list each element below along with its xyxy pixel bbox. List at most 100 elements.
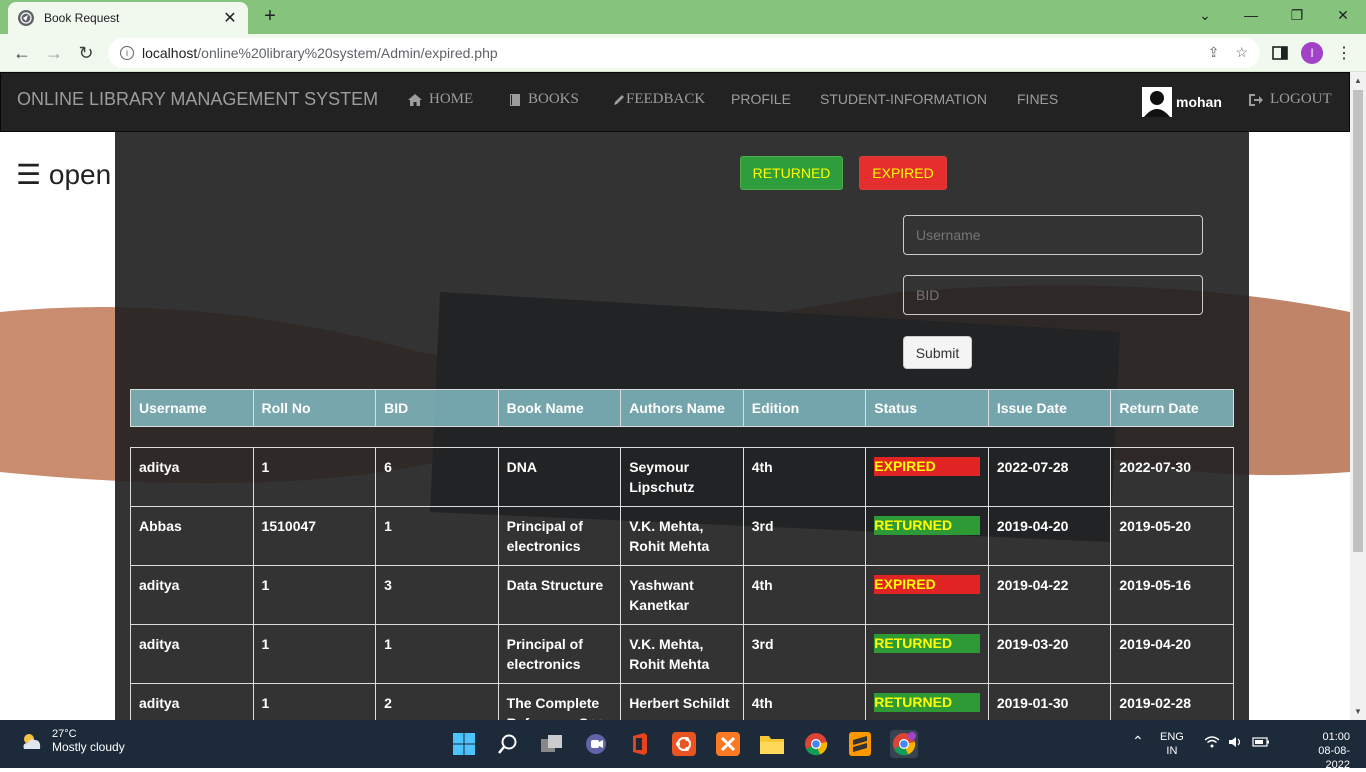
volume-icon[interactable] <box>1228 736 1244 752</box>
table-row: aditya 1 6 DNA Seymour Lipschutz 4th EXP… <box>130 447 1234 507</box>
nav-profile-label: PROFILE <box>731 91 791 107</box>
logout-icon <box>1249 93 1263 106</box>
reload-button[interactable]: ↻ <box>73 41 99 65</box>
scroll-down-icon[interactable]: ▼ <box>1354 707 1362 716</box>
page-scrollbar[interactable]: ▲ ▼ <box>1350 72 1366 720</box>
xampp-icon[interactable] <box>714 730 742 758</box>
username-input[interactable] <box>903 215 1203 255</box>
temperature: 27°C <box>52 728 77 740</box>
nav-fines[interactable]: FINES <box>1017 91 1058 107</box>
col-edition: Edition <box>742 389 867 427</box>
sublime-text-icon[interactable] <box>846 730 874 758</box>
browser-menu-icon[interactable]: ⋮ <box>1332 41 1356 65</box>
col-status: Status <box>865 389 989 427</box>
cell-book-name: The Complete Reference C++ <box>497 683 622 720</box>
teams-chat-icon[interactable] <box>582 730 610 758</box>
cell-edition: 3rd <box>742 624 867 684</box>
scroll-thumb[interactable] <box>1353 90 1363 552</box>
pencil-icon <box>614 94 624 105</box>
cell-roll-no: 1 <box>252 683 377 720</box>
cell-return-date: 2019-04-20 <box>1110 624 1234 684</box>
main-panel: RETURNED EXPIRED Submit Username Roll No… <box>115 132 1249 720</box>
chevron-up-icon[interactable]: ⌃ <box>1132 734 1144 748</box>
expired-filter-button[interactable]: EXPIRED <box>859 156 947 190</box>
nav-feedback[interactable]: FEEDBACK <box>612 91 705 108</box>
cell-bid: 6 <box>375 447 499 507</box>
wifi-icon[interactable] <box>1204 736 1220 752</box>
nav-student-information[interactable]: STUDENT-INFORMATION <box>820 91 987 107</box>
chrome-profile-active-icon[interactable] <box>890 730 918 758</box>
status-badge: EXPIRED <box>874 457 980 476</box>
requests-table: aditya 1 6 DNA Seymour Lipschutz 4th EXP… <box>130 447 1234 720</box>
cell-username: aditya <box>130 624 254 684</box>
tab-search-chevron-icon[interactable]: ⌄ <box>1182 0 1228 30</box>
col-authors-name: Authors Name <box>620 389 744 427</box>
nav-logout-label: LOGOUT <box>1270 91 1332 107</box>
new-tab-button[interactable]: + <box>258 4 282 28</box>
side-panel-icon[interactable] <box>1268 41 1292 65</box>
nav-books[interactable]: BOOKS <box>508 91 579 108</box>
cell-issue-date: 2022-07-28 <box>987 447 1112 507</box>
cell-issue-date: 2019-01-30 <box>987 683 1112 720</box>
lang-region: IN <box>1166 745 1178 757</box>
bookmark-star-icon[interactable]: ☆ <box>1235 44 1248 61</box>
bid-input[interactable] <box>903 275 1203 315</box>
cell-edition: 3rd <box>742 506 867 566</box>
scroll-up-icon[interactable]: ▲ <box>1354 76 1362 85</box>
brand-title[interactable]: ONLINE LIBRARY MANAGEMENT SYSTEM <box>17 89 378 110</box>
cell-username: Abbas <box>130 506 254 566</box>
table-header: Username Roll No BID Book Name Authors N… <box>130 389 1234 427</box>
browser-tab[interactable]: Book Request ✕ <box>8 2 248 34</box>
url-host: localhost <box>142 45 198 61</box>
office-icon[interactable] <box>626 730 654 758</box>
cell-status: EXPIRED <box>865 447 989 507</box>
nav-student-information-label: STUDENT-INFORMATION <box>820 91 987 107</box>
username-label: mohan <box>1176 94 1222 110</box>
windows-start-icon[interactable] <box>450 730 478 758</box>
cell-issue-date: 2019-03-20 <box>987 624 1112 684</box>
task-view-icon[interactable] <box>538 730 566 758</box>
submit-button[interactable]: Submit <box>903 336 972 369</box>
back-button[interactable]: ← <box>9 41 35 65</box>
nav-profile[interactable]: PROFILE <box>731 91 791 107</box>
cell-issue-date: 2019-04-20 <box>987 506 1112 566</box>
address-bar[interactable]: i localhost/online%20library%20system/Ad… <box>108 38 1260 68</box>
nav-home[interactable]: HOME <box>407 91 473 108</box>
open-sidenav-toggle[interactable]: ☰ open <box>16 158 111 191</box>
site-info-icon[interactable]: i <box>120 46 134 60</box>
search-icon[interactable] <box>494 730 522 758</box>
user-menu[interactable]: mohan <box>1142 87 1222 117</box>
chrome-icon[interactable] <box>802 730 830 758</box>
cell-status: EXPIRED <box>865 565 989 625</box>
cell-status: RETURNED <box>865 624 989 684</box>
cell-roll-no: 1 <box>252 624 377 684</box>
clock[interactable]: 01:00 08-08-2022 <box>1310 730 1350 772</box>
maximize-button[interactable]: ❐ <box>1274 0 1320 30</box>
profile-avatar[interactable]: I <box>1300 41 1324 65</box>
nav-logout[interactable]: LOGOUT <box>1248 91 1332 108</box>
cell-username: aditya <box>130 683 254 720</box>
cell-edition: 4th <box>742 683 867 720</box>
file-explorer-icon[interactable] <box>758 730 786 758</box>
table-row: aditya 1 2 The Complete Reference C++ He… <box>130 683 1234 720</box>
returned-filter-button[interactable]: RETURNED <box>740 156 843 190</box>
user-avatar <box>1142 87 1172 117</box>
table-row: aditya 1 1 Principal of electronics V.K.… <box>130 624 1234 684</box>
weather-widget[interactable]: 27°C Mostly cloudy <box>20 728 125 754</box>
close-tab-icon[interactable]: ✕ <box>222 8 238 28</box>
cell-authors-name: Herbert Schildt <box>620 683 744 720</box>
status-badge: RETURNED <box>874 693 980 712</box>
forward-button[interactable]: → <box>41 41 67 65</box>
language-indicator[interactable]: ENG IN <box>1160 730 1184 758</box>
cell-authors-name: Yashwant Kanetkar <box>620 565 744 625</box>
browser-toolbar: ← → ↻ i localhost/online%20library%20sys… <box>0 34 1366 72</box>
minimize-button[interactable]: — <box>1228 0 1274 30</box>
cell-username: aditya <box>130 447 254 507</box>
cell-return-date: 2019-02-28 <box>1110 683 1234 720</box>
battery-icon[interactable] <box>1252 736 1270 752</box>
cell-authors-name: V.K. Mehta, Rohit Mehta <box>620 624 744 684</box>
ubuntu-icon[interactable] <box>670 730 698 758</box>
weather-text: Mostly cloudy <box>52 740 125 754</box>
share-icon[interactable]: ⇪ <box>1208 44 1220 61</box>
close-window-button[interactable]: ✕ <box>1320 0 1366 30</box>
